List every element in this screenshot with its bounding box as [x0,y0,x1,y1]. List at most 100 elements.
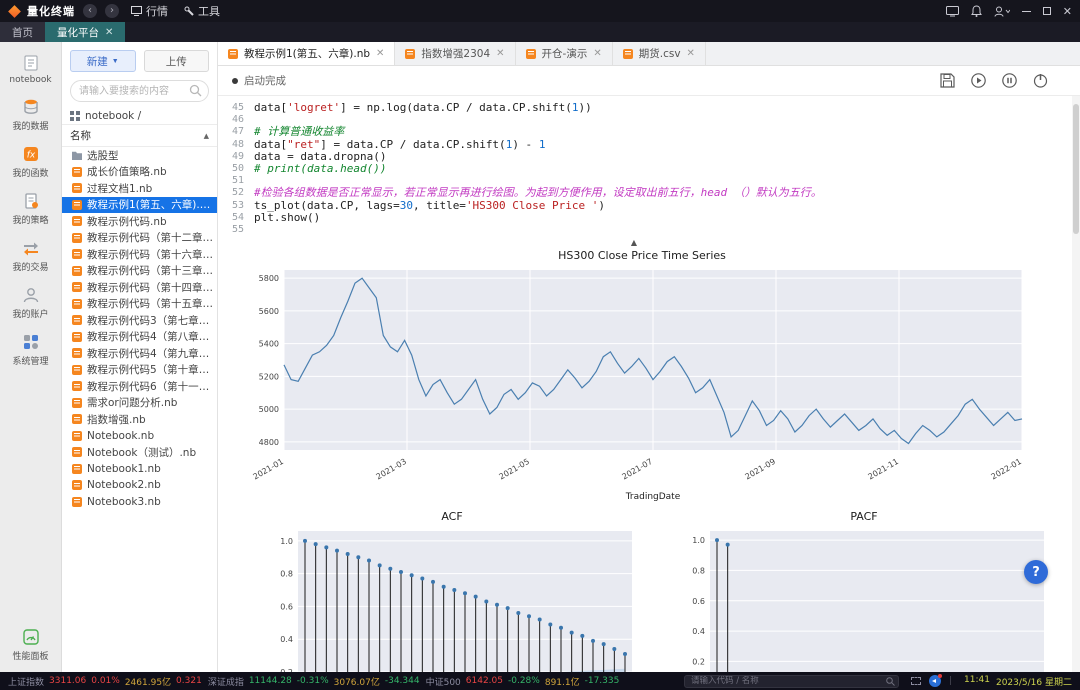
forward-button[interactable]: › [105,4,119,18]
symbol-search-input[interactable] [684,675,899,688]
file-item[interactable]: 教程示例代码（第十四章）.nb [62,279,217,296]
notification-bell-icon[interactable] [971,5,982,17]
file-item[interactable]: 指数增强.nb [62,411,217,428]
code-line[interactable]: 50# print(data.head()) [228,163,1080,175]
editor-tab-open-demo[interactable]: 开仓-演示 ✕ [516,42,613,65]
vertical-scrollbar[interactable] [1072,96,1080,672]
close-window-button[interactable]: ✕ [1063,5,1072,18]
index-csi500[interactable]: 中证500 6142.05 -0.28% 891.1亿 -17.335 [426,675,620,688]
code-line[interactable]: 54plt.show() [228,212,1080,224]
code-line[interactable]: 53ts_plot(data.CP, lags=30, title='HS300… [228,200,1080,212]
sidebar-item-my-functions[interactable]: fx 我的函数 [0,145,61,179]
performance-gauge-icon [22,628,40,646]
file-name: Notebook2.nb [87,479,161,491]
file-item[interactable]: 过程文档1.nb [62,180,217,197]
notebook-file-icon [72,381,82,391]
file-name: Notebook（测试）.nb [87,445,196,460]
code-line[interactable]: 45data['logret'] = np.log(data.CP / data… [228,102,1080,114]
run-icon[interactable] [971,73,986,88]
file-item[interactable]: 教程示例代码（第十三章）.nb [62,263,217,280]
svg-text:TradingDate: TradingDate [625,492,681,502]
file-item[interactable]: 教程示例代码4（第八章）.nb [62,329,217,346]
sidebar-item-system-admin[interactable]: 系统管理 [0,333,61,367]
file-name: 教程示例代码.nb [87,214,167,229]
sidebar-item-performance-panel[interactable]: 性能面板 [0,628,61,662]
user-menu-icon[interactable] [994,6,1010,17]
file-item[interactable]: 教程示例代码（第十五章）.nb [62,296,217,313]
file-item[interactable]: 教程示例代码4（第九章）.nb [62,345,217,362]
file-item[interactable]: 教程示例代码.nb [62,213,217,230]
collapse-output-icon[interactable]: ▲ [228,238,1040,247]
index-pct: -0.28% [508,676,540,686]
file-item[interactable]: 教程示例代码5（第十章）.nb [62,362,217,379]
file-item[interactable]: 教程示例1(第五、六章).nb [62,197,217,214]
editor-tab-index-enhance[interactable]: 指数增强2304 ✕ [395,42,515,65]
back-button[interactable]: ‹ [83,4,97,18]
file-item[interactable]: 需求or问题分析.nb [62,395,217,412]
tools-menu[interactable]: 工具 [180,3,224,19]
tab-quant-platform[interactable]: 量化平台 ✕ [45,22,125,42]
acf-chart-block: ACF 0.00.20.40.60.81.0 [262,510,642,672]
sort-indicator-icon[interactable]: ▲ [204,132,209,140]
upload-button[interactable]: 上传 [144,50,210,72]
close-tab-icon[interactable]: ✕ [593,48,601,59]
file-item[interactable]: 教程示例代码6（第十一章）.nb [62,378,217,395]
account-icon [22,286,40,304]
message-notification-icon[interactable] [929,675,941,687]
index-shanghai[interactable]: 上证指数 3311.06 0.01% 2461.95亿 0.321 [8,675,202,688]
file-item[interactable]: Notebook.nb [62,428,217,445]
file-item[interactable]: 教程示例代码3（第七章）.nb [62,312,217,329]
new-button[interactable]: 新建 ▼ [70,50,136,72]
power-icon[interactable] [1033,73,1048,88]
database-icon [22,98,40,116]
notebook-file-icon [72,398,82,408]
notebook-file-icon [72,332,82,342]
code-line[interactable]: 46 [228,114,1080,126]
svg-text:2021-01: 2021-01 [252,457,285,482]
notebook-file-icon [72,233,82,243]
file-name: 过程文档1.nb [87,181,152,196]
tab-home[interactable]: 首页 [0,22,45,42]
file-item[interactable]: Notebook2.nb [62,477,217,494]
index-shenzhen[interactable]: 深证成指 11144.28 -0.31% 3076.07亿 -34.344 [208,675,420,688]
line-number: 45 [228,102,254,114]
breadcrumb[interactable]: notebook / [62,106,217,124]
close-tab-icon[interactable]: ✕ [687,48,695,59]
code-line[interactable]: 55 [228,224,1080,236]
index-volume: 2461.95亿 [125,675,171,688]
file-item[interactable]: Notebook1.nb [62,461,217,478]
file-item[interactable]: Notebook（测试）.nb [62,444,217,461]
maximize-button[interactable] [1043,7,1051,15]
index-change: -34.344 [385,676,420,686]
screenshot-icon[interactable] [911,677,921,685]
pause-icon[interactable] [1002,73,1017,88]
sidebar-item-notebook[interactable]: notebook [0,54,61,85]
pacf-chart: 0.00.20.40.60.81.0 [674,525,1054,672]
sidebar-item-my-trades[interactable]: 我的交易 [0,239,61,273]
market-menu[interactable]: 行情 [127,3,172,19]
editor-tab-tutorial[interactable]: 教程示例1(第五、六章).nb ✕ [218,42,395,65]
code-lines[interactable]: 45data['logret'] = np.log(data.CP / data… [228,102,1080,236]
editor-tab-futures-csv[interactable]: 期货.csv ✕ [613,42,706,65]
file-item[interactable]: 成长价值策略.nb [62,164,217,181]
close-tab-icon[interactable]: ✕ [376,48,384,59]
sidebar-item-my-strategies[interactable]: 我的策略 [0,192,61,226]
acf-chart: 0.00.20.40.60.81.0 [262,525,642,672]
line-number: 54 [228,212,254,224]
file-item[interactable]: 选股型 [62,147,217,164]
close-tab-icon[interactable]: ✕ [105,27,113,38]
file-item[interactable]: Notebook3.nb [62,494,217,511]
minimize-button[interactable] [1022,11,1031,12]
screen-share-icon[interactable] [946,6,959,17]
sidebar-item-my-data[interactable]: 我的数据 [0,98,61,132]
help-button[interactable]: ? [1024,560,1048,584]
close-tab-icon[interactable]: ✕ [496,48,504,59]
notebook-file-icon [72,315,82,325]
scrollbar-thumb[interactable] [1073,104,1079,234]
file-list-header[interactable]: 名称 ▲ [62,124,217,147]
file-item[interactable]: 教程示例代码（第十二章）.nb [62,230,217,247]
sidebar-item-my-account[interactable]: 我的账户 [0,286,61,320]
file-item[interactable]: 教程示例代码（第十六章）.nb [62,246,217,263]
save-icon[interactable] [940,73,955,88]
index-change: 0.321 [176,676,202,686]
